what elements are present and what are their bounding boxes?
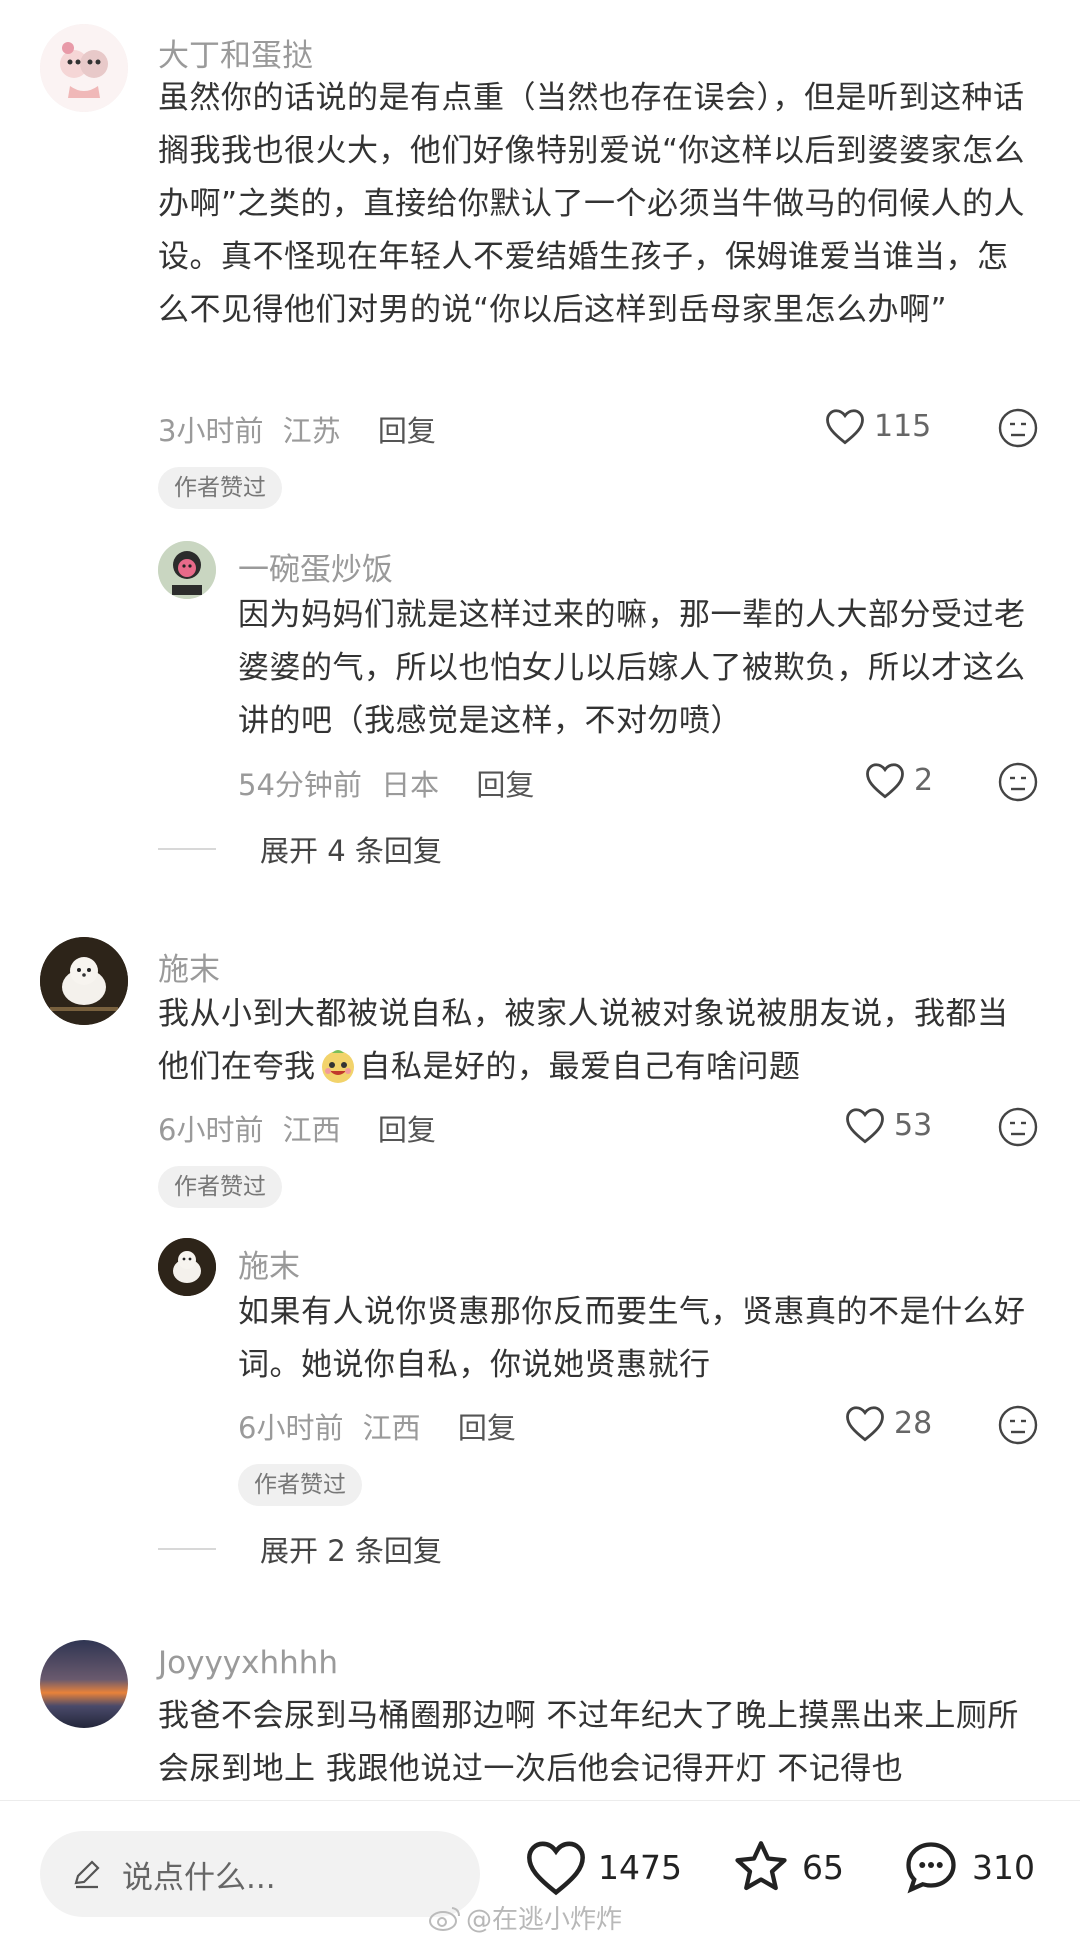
heart-icon [866,763,904,799]
expand-replies-label: 展开 4 条回复 [260,834,442,868]
expand-replies-label: 展开 2 条回复 [260,1534,442,1568]
timestamp: 3小时前 [158,414,264,448]
heart-icon [846,1406,884,1442]
heart-icon [846,1108,884,1144]
avatar[interactable] [40,1640,128,1728]
meh-face-icon[interactable] [998,762,1038,802]
speech-bubble-icon [906,1842,956,1894]
comment-input-placeholder: 说点什么... [122,1859,276,1896]
expand-replies-button[interactable]: 展开 4 条回复 [158,828,442,870]
comment-meta: 3小时前 江苏 回复 [158,408,436,450]
comment-text: 我爸不会尿到马桶圈那边啊 不过年纪大了晚上摸黑出来上厕所会尿到地上 我跟他说过一… [158,1698,1019,1787]
divider [158,1548,216,1550]
bottom-action-bar: 说点什么... 1475 65 310 @在逃小炸炸 [0,1800,1080,1944]
like-count: 53 [894,1107,933,1143]
location: 江苏 [282,414,341,448]
comment-feed: 大丁和蛋挞 虽然你的话说的是有点重（当然也存在误会），但是听到这种话搁我我也很火… [0,0,1080,1800]
comment-text-part: 自私是好的，最爱自己有啥问题 [359,1049,801,1085]
timestamp: 54分钟前 [238,768,362,802]
comment-meta: 54分钟前 日本 回复 [238,762,534,804]
like-count: 28 [894,1405,933,1441]
comment-text: 因为妈妈们就是这样过来的嘛，那一辈的人大部分受过老婆婆的气，所以也怕女儿以后嫁人… [238,597,1026,739]
author-liked-badge: 作者赞过 [158,1166,282,1208]
watermark: @在逃小炸炸 [428,1899,622,1936]
post-like-count: 1475 [598,1847,682,1887]
comment-text: 如果有人说你贤惠那你反而要生气，贤惠真的不是什么好词。她说你自私，你说她贤惠就行 [238,1294,1026,1383]
pencil-icon [74,1860,100,1889]
like-button[interactable]: 2 [864,760,933,800]
timestamp: 6小时前 [158,1113,264,1147]
location: 江西 [282,1113,341,1147]
like-button[interactable]: 115 [824,406,931,446]
like-post-button[interactable]: 1475 [524,1837,682,1897]
comment-text: 虽然你的话说的是有点重（当然也存在误会），但是听到这种话搁我我也很火大，他们好像… [158,80,1026,328]
favorite-button[interactable]: 65 [730,1837,844,1897]
weibo-logo-icon [429,1907,460,1931]
meh-face-icon[interactable] [998,1107,1038,1147]
expand-replies-button[interactable]: 展开 2 条回复 [158,1528,442,1570]
comment-meta: 6小时前 江西 回复 [238,1405,516,1447]
author-liked-badge: 作者赞过 [238,1464,362,1506]
watermark-text: @在逃小炸炸 [466,1905,623,1935]
username[interactable]: 一碗蛋炒饭 [238,544,393,589]
avatar[interactable] [40,937,128,1025]
meh-face-icon[interactable] [998,1405,1038,1445]
comment-text: 我从小到大都被说自私，被家人说被对象说被朋友说，我都当他们在夸我 自私是好的，最… [158,988,1038,1094]
username[interactable]: 施末 [158,944,220,989]
avatar[interactable] [158,1238,216,1296]
author-liked-badge: 作者赞过 [158,467,282,509]
grinning-emoji-icon [318,1045,358,1085]
comment-count: 310 [972,1847,1035,1887]
location: 日本 [381,768,440,802]
username[interactable]: Joyyyxhhhh [158,1645,338,1681]
divider [158,848,216,850]
reply-button[interactable]: 回复 [458,1411,516,1445]
location: 江西 [362,1411,421,1445]
avatar[interactable] [40,24,128,112]
comment-meta: 6小时前 江西 回复 [158,1107,436,1149]
favorite-count: 65 [802,1847,844,1887]
reply-button[interactable]: 回复 [378,414,436,448]
timestamp: 6小时前 [238,1411,344,1445]
username[interactable]: 施末 [238,1241,300,1286]
heart-icon [527,1841,585,1896]
comment-button[interactable]: 310 [900,1837,1035,1897]
meh-face-icon[interactable] [998,408,1038,448]
heart-icon [826,409,864,445]
like-count: 115 [874,408,932,444]
username[interactable]: 大丁和蛋挞 [158,30,313,75]
reply-button[interactable]: 回复 [476,768,534,802]
star-icon [735,1841,787,1891]
reply-button[interactable]: 回复 [378,1113,436,1147]
like-button[interactable]: 28 [844,1403,932,1443]
comment-input[interactable]: 说点什么... [40,1831,480,1917]
avatar[interactable] [158,541,216,599]
like-count: 2 [914,762,934,798]
like-button[interactable]: 53 [844,1105,932,1145]
